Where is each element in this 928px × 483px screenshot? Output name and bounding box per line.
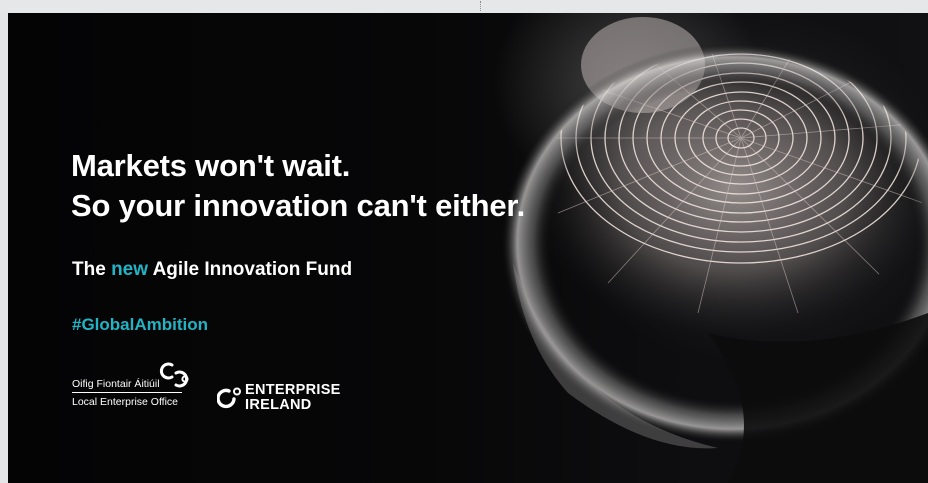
hashtag-link[interactable]: #GlobalAmbition bbox=[72, 315, 208, 335]
subline-suffix: Agile Innovation Fund bbox=[148, 259, 353, 280]
promo-banner: Markets won't wait. So your innovation c… bbox=[8, 13, 928, 483]
subline-accent: new bbox=[111, 259, 149, 280]
subline-prefix: The bbox=[72, 259, 112, 280]
headline-line-2: So your innovation can't either. bbox=[71, 188, 525, 223]
left-margin bbox=[0, 13, 8, 483]
local-enterprise-office-logo[interactable]: Oifig Fiontair Áitiúil Local Enterprise … bbox=[72, 361, 207, 411]
headline: Markets won't wait. So your innovation c… bbox=[71, 146, 525, 226]
leo-linked-rings-icon bbox=[159, 362, 189, 388]
headline-line-1: Markets won't wait. bbox=[71, 148, 351, 183]
ei-name-line-1: ENTERPRISE bbox=[245, 382, 341, 398]
leo-irish-name: Oifig Fiontair Áitiúil bbox=[72, 378, 160, 390]
leo-divider bbox=[72, 392, 182, 393]
window-resize-handle[interactable] bbox=[480, 1, 482, 11]
lens-spiral-image bbox=[501, 17, 928, 483]
top-bar bbox=[0, 0, 928, 13]
leo-english-name: Local Enterprise Office bbox=[72, 396, 179, 408]
fund-subline: The new Agile Innovation Fund bbox=[72, 259, 352, 281]
enterprise-ireland-logo[interactable]: ENTERPRISE IRELAND bbox=[217, 381, 357, 415]
ei-name-line-2: IRELAND bbox=[245, 397, 312, 413]
enterprise-ireland-icon bbox=[217, 387, 241, 409]
